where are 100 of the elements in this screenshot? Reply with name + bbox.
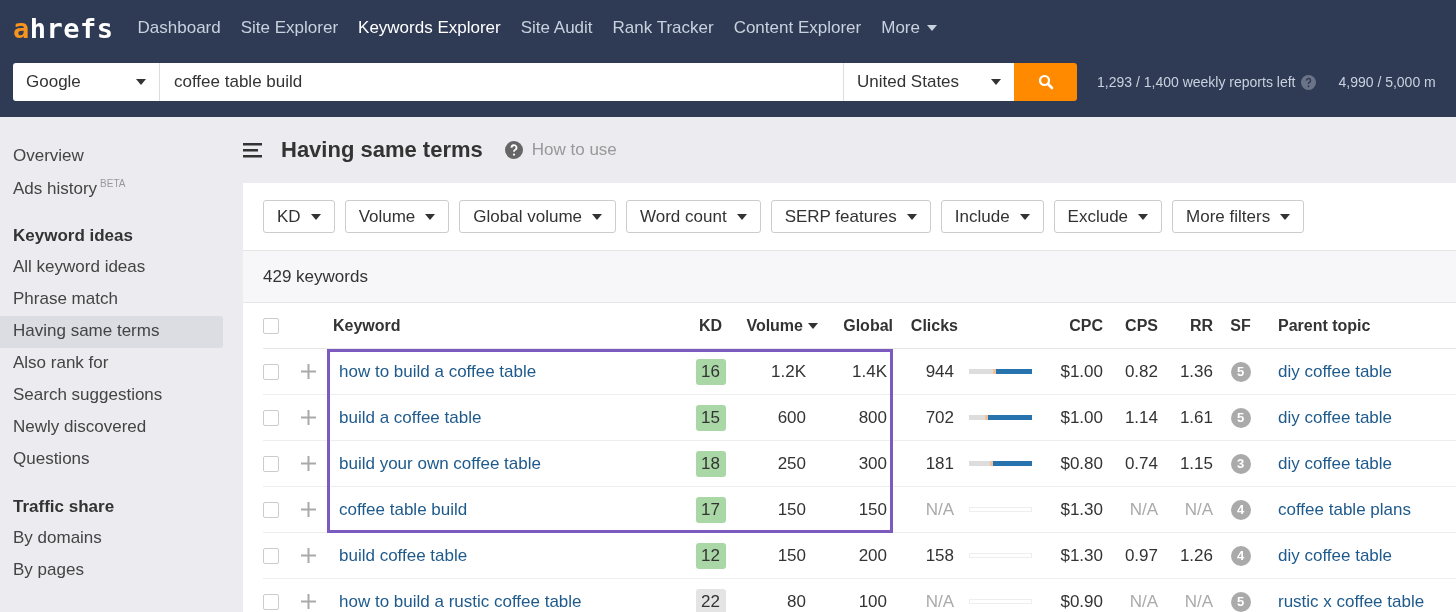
column-header[interactable]: RR (1158, 303, 1213, 349)
help-icon[interactable] (504, 141, 523, 159)
search-icon (1037, 74, 1054, 90)
column-header[interactable]: Keyword (333, 303, 688, 349)
logo[interactable]: ahrefs (13, 12, 114, 44)
plus-icon[interactable] (300, 502, 316, 517)
table-cell: 600 (733, 395, 818, 441)
column-header[interactable]: Volume (733, 303, 818, 349)
nav-link[interactable]: Site Audit (520, 18, 593, 38)
nav-link[interactable]: Keywords Explorer (358, 18, 501, 38)
sidebar-item[interactable]: All keyword ideas (0, 252, 223, 284)
keyword-link[interactable]: how to build a coffee table (339, 361, 537, 382)
plus-icon[interactable] (300, 364, 316, 379)
nav-link[interactable]: Rank Tracker (612, 18, 714, 38)
column-header[interactable]: Clicks (893, 303, 958, 349)
parent-topic-link[interactable]: coffee table plans (1268, 499, 1411, 520)
column-header[interactable]: Parent topic (1268, 303, 1456, 349)
table-cell: 1.36 (1158, 349, 1213, 395)
plus-icon[interactable] (300, 594, 316, 609)
column-header[interactable]: KD (688, 303, 733, 349)
table-cell: 150 (733, 487, 818, 533)
keyword-link[interactable]: build coffee table (339, 545, 468, 566)
table-cell: $1.30 (1043, 487, 1103, 533)
sidebar-item[interactable]: Overview (0, 141, 223, 173)
keyword-link[interactable]: coffee table build (339, 499, 468, 520)
sidebar-item[interactable]: Having same terms (0, 316, 223, 348)
nav-link[interactable]: Dashboard (137, 18, 221, 38)
filter-dropdown[interactable]: Volume (344, 200, 450, 233)
table-cell: N/A (893, 487, 958, 533)
checkbox[interactable] (263, 409, 279, 426)
filter-dropdown[interactable]: Exclude (1053, 200, 1163, 233)
checkbox[interactable] (263, 501, 279, 518)
table-cell: 1.2K (733, 349, 818, 395)
quota-text: 4,990 / 5,000 m (1338, 74, 1436, 90)
checkbox[interactable] (263, 363, 279, 380)
menu-icon[interactable] (243, 142, 263, 158)
sidebar-item[interactable]: Also rank for (0, 348, 223, 380)
nav-link[interactable]: More (881, 18, 937, 38)
nav-link[interactable]: Site Explorer (240, 18, 339, 38)
table-cell: 150 (733, 533, 818, 579)
column-header[interactable]: CPS (1103, 303, 1158, 349)
filter-dropdown[interactable]: Word count (626, 200, 761, 233)
serp-features-badge: 4 (1230, 545, 1251, 566)
filter-dropdown[interactable]: KD (263, 200, 335, 233)
checkbox[interactable] (263, 547, 279, 564)
caret-icon (425, 213, 436, 220)
table-cell: 0.74 (1103, 441, 1158, 487)
parent-topic-link[interactable]: diy coffee table (1268, 453, 1393, 474)
plus-icon[interactable] (300, 410, 316, 425)
filter-dropdown[interactable]: Include (940, 200, 1044, 233)
country-dropdown[interactable]: United States (843, 63, 1014, 101)
table-cell: 1.4K (818, 349, 893, 395)
table-cell: N/A (893, 579, 958, 612)
keyword-link[interactable]: build your own coffee table (339, 453, 541, 474)
column-header[interactable]: CPC (1043, 303, 1103, 349)
search-button[interactable] (1014, 63, 1077, 101)
keyword-count: 429 keywords (243, 251, 1456, 303)
sidebar-item[interactable]: By pages (0, 555, 223, 587)
column-header[interactable]: Global (818, 303, 893, 349)
filter-dropdown[interactable]: More filters (1172, 200, 1305, 233)
checkbox[interactable] (263, 593, 279, 610)
kd-badge: 18 (695, 450, 726, 477)
table-cell: $1.00 (1043, 395, 1103, 441)
parent-topic-link[interactable]: diy coffee table (1268, 361, 1393, 382)
caret-icon (136, 79, 146, 85)
search-field[interactable]: coffee table build (160, 63, 843, 101)
nav-link[interactable]: Content Explorer (733, 18, 862, 38)
serp-features-badge: 4 (1230, 499, 1251, 520)
table-cell: 250 (733, 441, 818, 487)
table-cell: 80 (733, 579, 818, 612)
parent-topic-link[interactable]: rustic x coffee table (1268, 591, 1425, 612)
table-cell: N/A (1103, 579, 1158, 612)
table-cell: N/A (1158, 487, 1213, 533)
column-header[interactable]: SF (1213, 303, 1268, 349)
sidebar-item[interactable]: Search suggestions (0, 380, 223, 412)
sidebar-item[interactable]: Ads history $^{BETA}$ (0, 173, 223, 205)
serp-features-badge: 3 (1230, 453, 1251, 474)
help-icon[interactable] (1301, 74, 1317, 90)
caret-icon (1019, 213, 1030, 220)
parent-topic-link[interactable]: diy coffee table (1268, 407, 1393, 428)
sidebar-heading: Keyword ideas (12, 225, 134, 247)
parent-topic-link[interactable]: diy coffee table (1268, 545, 1393, 566)
sidebar-item[interactable]: Phrase match (0, 284, 223, 316)
table-cell: 0.82 (1103, 349, 1158, 395)
plus-icon[interactable] (300, 456, 316, 471)
engine-dropdown[interactable]: Google (13, 63, 160, 101)
table-cell: 1.14 (1103, 395, 1158, 441)
keyword-link[interactable]: how to build a rustic coffee table (339, 591, 582, 612)
sidebar-item[interactable]: By domains (0, 523, 223, 555)
filter-dropdown[interactable]: SERP features (770, 200, 931, 233)
table-cell: N/A (1103, 487, 1158, 533)
checkbox[interactable] (263, 317, 279, 334)
plus-icon[interactable] (300, 548, 316, 563)
sidebar-heading: Traffic share (12, 496, 116, 518)
serp-features-badge: 5 (1230, 361, 1251, 382)
sidebar-item[interactable]: Questions (0, 444, 223, 476)
keyword-link[interactable]: build a coffee table (339, 407, 482, 428)
sidebar-item[interactable]: Newly discovered (0, 412, 223, 444)
filter-dropdown[interactable]: Global volume (459, 200, 616, 233)
checkbox[interactable] (263, 455, 279, 472)
